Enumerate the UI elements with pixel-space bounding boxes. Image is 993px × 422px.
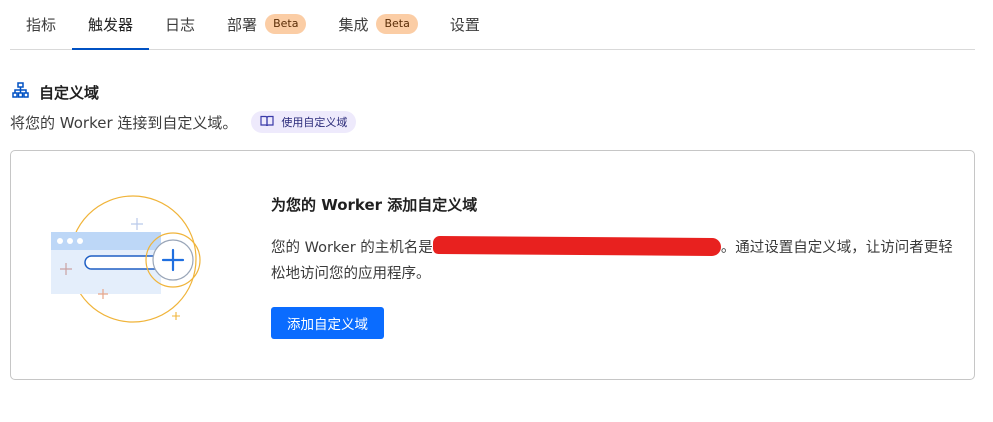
section-header: 自定义域 [12,82,99,103]
card-description-start: 您的 Worker 的主机名是 [271,240,433,256]
redacted-hostname [432,235,721,257]
custom-domain-illustration [45,194,215,334]
tab-label: 触发器 [88,15,134,34]
tab-label: 集成 [338,15,369,34]
tab-metrics[interactable]: 指标 [10,0,72,49]
section-description: 将您的 Worker 连接到自定义域。 [10,113,238,132]
docs-link-label: 使用自定义域 [281,116,348,129]
tab-label: 指标 [26,15,57,34]
custom-domain-card: 为您的 Worker 添加自定义域 您的 Worker 的主机名是 。通过设置自定… [10,150,975,380]
beta-badge: Beta [265,14,307,34]
section-title: 自定义域 [39,84,100,102]
tab-label: 设置 [449,15,480,34]
tab-deployments[interactable]: 部署 Beta [211,0,322,49]
tab-triggers[interactable]: 触发器 [72,0,150,50]
card-title: 为您的 Worker 添加自定义域 [271,196,478,214]
sitemap-icon [12,82,29,103]
tab-label: 部署 [227,15,258,34]
tab-label: 日志 [165,15,196,34]
add-custom-domain-button[interactable]: 添加自定义域 [271,307,384,339]
tab-settings[interactable]: 设置 [434,0,496,49]
beta-badge: Beta [376,14,418,34]
tab-integrations[interactable]: 集成 Beta [322,0,433,49]
book-icon [260,115,274,130]
page: 指标 触发器 日志 部署 Beta 集成 Beta 设置 自定义域 将您的 Wo… [0,0,993,422]
tab-bar: 指标 触发器 日志 部署 Beta 集成 Beta 设置 [10,0,975,50]
section-description-row: 将您的 Worker 连接到自定义域。 使用自定义域 [10,111,357,133]
tab-logs[interactable]: 日志 [149,0,211,49]
docs-link[interactable]: 使用自定义域 [251,111,357,133]
card-description: 您的 Worker 的主机名是 。通过设置自定义域，让访问者更轻松地访问您的应用程… [271,235,961,287]
